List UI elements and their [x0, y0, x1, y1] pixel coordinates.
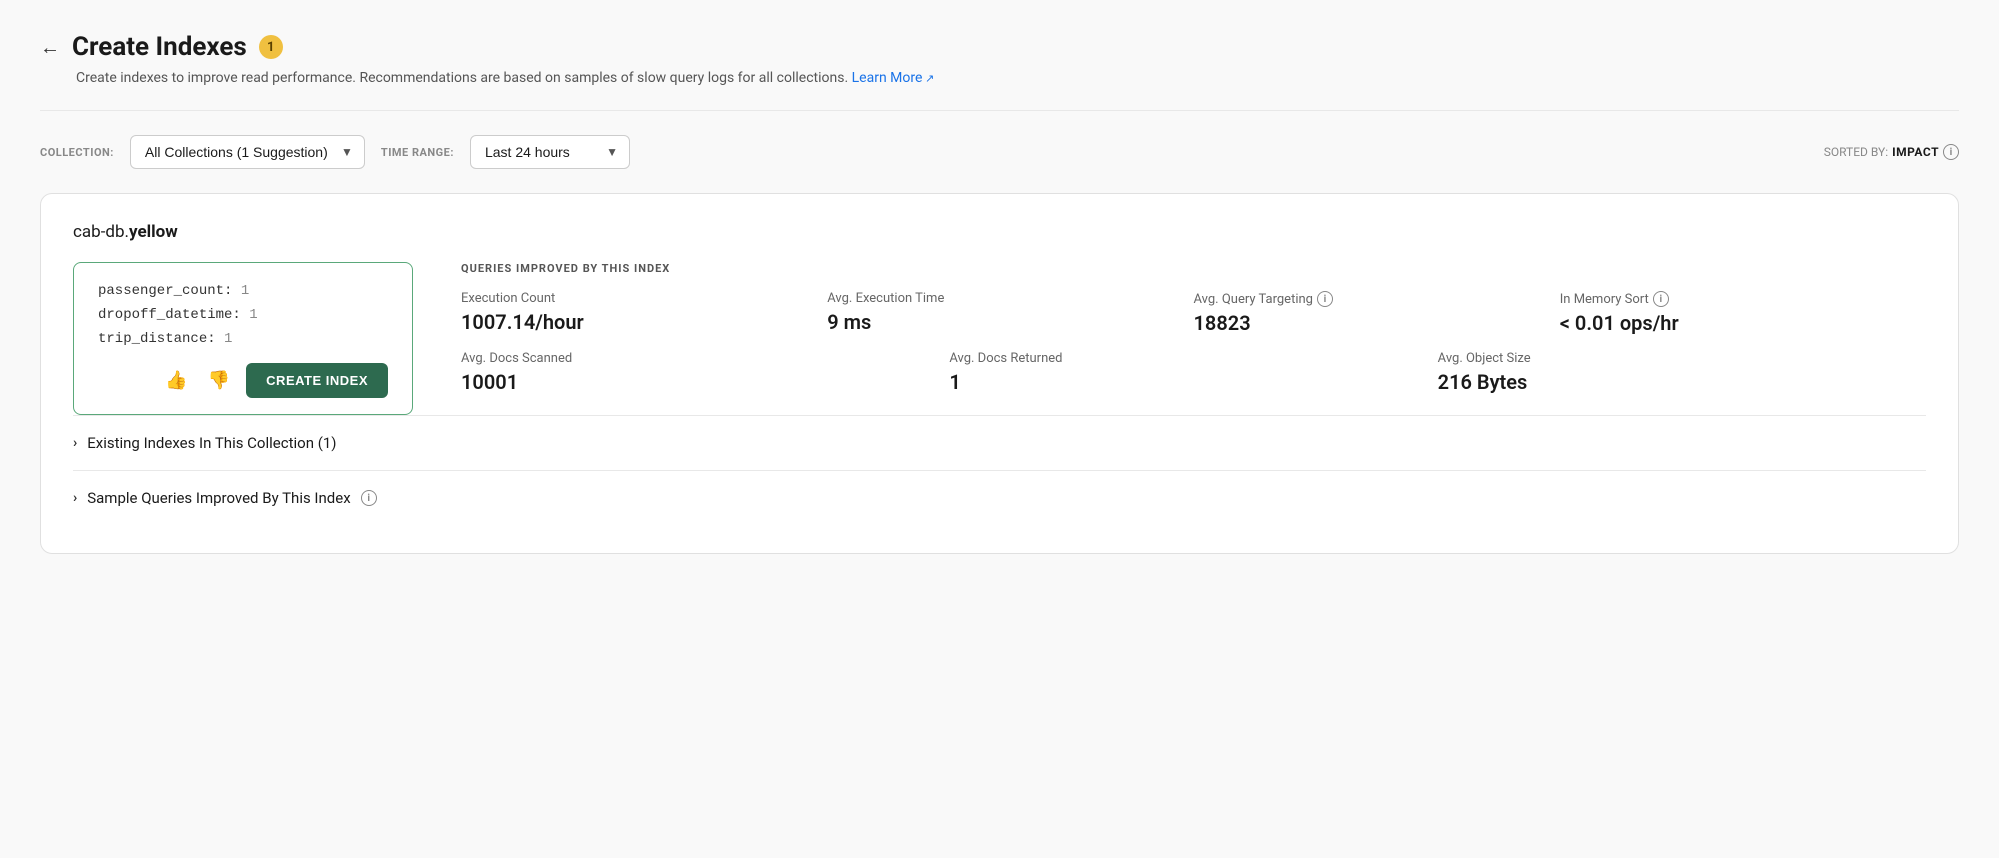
thumbs-up-button[interactable]: 👍	[161, 366, 191, 395]
metric-avg-object-size: Avg. Object Size 216 Bytes	[1438, 351, 1926, 394]
index-card: cab-db.yellow passenger_count: 1 dropoff…	[40, 193, 1959, 554]
metric-avg-execution-time: Avg. Execution Time 9 ms	[827, 291, 1193, 335]
metrics-title: QUERIES IMPROVED BY THIS INDEX	[461, 262, 1926, 275]
metric-avg-query-targeting: Avg. Query Targeting i 18823	[1194, 291, 1560, 335]
metrics-section: QUERIES IMPROVED BY THIS INDEX Execution…	[461, 262, 1926, 394]
metric-avg-docs-returned-label: Avg. Docs Returned	[949, 351, 1437, 366]
index-content: passenger_count: 1 dropoff_datetime: 1 t…	[73, 262, 1926, 415]
sample-queries-row[interactable]: › Sample Queries Improved By This Index …	[73, 470, 1926, 525]
metric-in-memory-sort-label: In Memory Sort i	[1560, 291, 1926, 307]
metric-avg-execution-time-value: 9 ms	[827, 310, 1193, 334]
back-button[interactable]: ←	[40, 35, 60, 60]
metric-avg-docs-returned: Avg. Docs Returned 1	[949, 351, 1437, 394]
metric-avg-query-targeting-value: 18823	[1194, 311, 1560, 335]
metrics-grid-row2: Avg. Docs Scanned 10001 Avg. Docs Return…	[461, 351, 1926, 394]
existing-indexes-chevron-icon: ›	[73, 435, 77, 451]
filters-row: COLLECTION: All Collections (1 Suggestio…	[40, 135, 1959, 169]
metric-avg-docs-scanned-label: Avg. Docs Scanned	[461, 351, 949, 366]
sorted-by-label: SORTED BY:	[1824, 145, 1888, 159]
field-line-3: trip_distance: 1	[98, 331, 388, 347]
in-memory-sort-info-icon[interactable]: i	[1653, 291, 1669, 307]
sorted-by-value: IMPACT	[1892, 145, 1939, 159]
sample-queries-chevron-icon: ›	[73, 490, 77, 506]
existing-indexes-row[interactable]: › Existing Indexes In This Collection (1…	[73, 415, 1926, 470]
collection-label: COLLECTION:	[40, 146, 114, 159]
query-targeting-info-icon[interactable]: i	[1317, 291, 1333, 307]
metric-avg-query-targeting-label: Avg. Query Targeting i	[1194, 291, 1560, 307]
field-line-2: dropoff_datetime: 1	[98, 307, 388, 323]
collection-name: cab-db.yellow	[73, 222, 1926, 242]
thumbs-down-button[interactable]: 👎	[204, 366, 234, 395]
metrics-grid-row1: Execution Count 1007.14/hour Avg. Execut…	[461, 291, 1926, 335]
index-fields-box: passenger_count: 1 dropoff_datetime: 1 t…	[73, 262, 413, 415]
index-actions: 👍 👎 CREATE INDEX	[98, 363, 388, 398]
collection-select[interactable]: All Collections (1 Suggestion)	[130, 135, 365, 169]
header-divider	[40, 110, 1959, 111]
metric-avg-object-size-value: 216 Bytes	[1438, 370, 1926, 394]
page-title: Create Indexes	[72, 32, 247, 62]
sorted-by-info-icon[interactable]: i	[1943, 144, 1959, 160]
learn-more-link[interactable]: Learn More	[852, 70, 935, 86]
metric-execution-count-label: Execution Count	[461, 291, 827, 306]
metric-avg-docs-scanned-value: 10001	[461, 370, 949, 394]
collection-select-wrapper: All Collections (1 Suggestion) ▼	[130, 135, 365, 169]
sample-queries-info-icon[interactable]: i	[361, 490, 377, 506]
subtitle-text: Create indexes to improve read performan…	[76, 70, 1959, 86]
time-range-select-wrapper: Last 24 hours ▼	[470, 135, 630, 169]
metric-in-memory-sort: In Memory Sort i < 0.01 ops/hr	[1560, 291, 1926, 335]
metric-execution-count: Execution Count 1007.14/hour	[461, 291, 827, 335]
metric-avg-execution-time-label: Avg. Execution Time	[827, 291, 1193, 306]
field-line-1: passenger_count: 1	[98, 283, 388, 299]
time-range-select[interactable]: Last 24 hours	[470, 135, 630, 169]
count-badge: 1	[259, 35, 283, 59]
create-index-button[interactable]: CREATE INDEX	[246, 363, 388, 398]
sorted-by: SORTED BY: IMPACT i	[1824, 144, 1959, 160]
metric-execution-count-value: 1007.14/hour	[461, 310, 827, 334]
metric-avg-docs-returned-value: 1	[949, 370, 1437, 394]
time-range-label: TIME RANGE:	[381, 146, 454, 159]
sample-queries-label: Sample Queries Improved By This Index	[87, 489, 350, 507]
existing-indexes-label: Existing Indexes In This Collection (1)	[87, 434, 336, 452]
metric-avg-docs-scanned: Avg. Docs Scanned 10001	[461, 351, 949, 394]
metric-avg-object-size-label: Avg. Object Size	[1438, 351, 1926, 366]
metric-in-memory-sort-value: < 0.01 ops/hr	[1560, 311, 1926, 335]
